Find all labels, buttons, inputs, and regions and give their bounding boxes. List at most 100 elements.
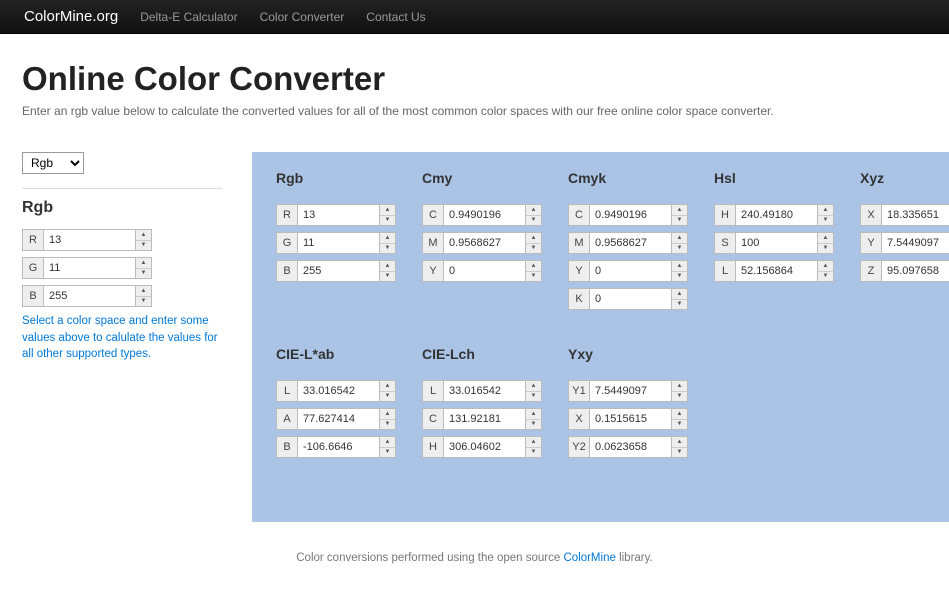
spinner-up-icon[interactable]: ▲ xyxy=(818,261,833,272)
spinner-down-icon[interactable]: ▼ xyxy=(380,272,395,282)
spinner-down-icon[interactable]: ▼ xyxy=(380,244,395,254)
spinner-up-icon[interactable]: ▲ xyxy=(380,381,395,392)
field-input[interactable] xyxy=(882,204,949,226)
spinner-up-icon[interactable]: ▲ xyxy=(672,409,687,420)
spinner-down-icon[interactable]: ▼ xyxy=(380,420,395,430)
field-row: L▲▼ xyxy=(714,260,834,282)
field-row: X ▲▼ xyxy=(568,408,688,430)
results-panel: RgbR▲▼G▲▼B▲▼CmyC▲▼M▲▼Y▲▼CmykC▲▼M▲▼Y▲▼K▲▼… xyxy=(252,152,949,522)
spinner-up-icon[interactable]: ▲ xyxy=(526,205,541,216)
color-space-title: Rgb xyxy=(276,170,396,186)
spinner-up-icon[interactable]: ▲ xyxy=(526,409,541,420)
spinner-down-icon[interactable]: ▼ xyxy=(526,392,541,402)
field-input[interactable] xyxy=(736,232,818,254)
spinner-down-icon[interactable]: ▼ xyxy=(672,216,687,226)
spinner-up-icon[interactable]: ▲ xyxy=(672,233,687,244)
spinner-up-icon[interactable]: ▲ xyxy=(526,437,541,448)
results-row-1: RgbR▲▼G▲▼B▲▼CmyC▲▼M▲▼Y▲▼CmykC▲▼M▲▼Y▲▼K▲▼… xyxy=(276,170,949,316)
spinner-up-icon[interactable]: ▲ xyxy=(380,437,395,448)
spinner-up-icon[interactable]: ▲ xyxy=(526,381,541,392)
field-input[interactable] xyxy=(44,285,136,307)
spinner-up-icon[interactable]: ▲ xyxy=(818,233,833,244)
spinner-down-icon[interactable]: ▼ xyxy=(380,392,395,402)
field-input[interactable] xyxy=(444,408,526,430)
field-label: Y1 xyxy=(568,380,590,402)
nav-link-converter[interactable]: Color Converter xyxy=(260,10,345,24)
field-input[interactable] xyxy=(590,204,672,226)
spinner-down-icon[interactable]: ▼ xyxy=(526,420,541,430)
spinner-down-icon[interactable]: ▼ xyxy=(672,300,687,310)
field-input[interactable] xyxy=(298,436,380,458)
color-space-title: Yxy xyxy=(568,346,688,362)
spinner: ▲▼ xyxy=(818,232,834,254)
field-input[interactable] xyxy=(298,232,380,254)
spinner-down-icon[interactable]: ▼ xyxy=(380,216,395,226)
spinner-down-icon[interactable]: ▼ xyxy=(136,241,151,251)
brand-link[interactable]: ColorMine.org xyxy=(24,8,118,25)
field-input[interactable] xyxy=(882,232,949,254)
field-input[interactable] xyxy=(590,436,672,458)
spinner-up-icon[interactable]: ▲ xyxy=(136,286,151,297)
spinner-down-icon[interactable]: ▼ xyxy=(380,448,395,458)
field-input[interactable] xyxy=(444,436,526,458)
spinner-up-icon[interactable]: ▲ xyxy=(818,205,833,216)
sidebar-help-text: Select a color space and enter some valu… xyxy=(22,313,222,363)
spinner-up-icon[interactable]: ▲ xyxy=(672,261,687,272)
field-input[interactable] xyxy=(444,204,526,226)
field-input[interactable] xyxy=(444,260,526,282)
spinner-up-icon[interactable]: ▲ xyxy=(380,409,395,420)
color-space-select[interactable]: Rgb xyxy=(22,152,84,174)
spinner-down-icon[interactable]: ▼ xyxy=(818,244,833,254)
spinner-down-icon[interactable]: ▼ xyxy=(672,420,687,430)
spinner-up-icon[interactable]: ▲ xyxy=(672,381,687,392)
spinner-down-icon[interactable]: ▼ xyxy=(672,448,687,458)
field-input[interactable] xyxy=(590,408,672,430)
field-input[interactable] xyxy=(44,257,136,279)
footer-link[interactable]: ColorMine xyxy=(563,552,615,564)
field-input[interactable] xyxy=(298,204,380,226)
field-input[interactable] xyxy=(590,288,672,310)
spinner-up-icon[interactable]: ▲ xyxy=(672,205,687,216)
field-input[interactable] xyxy=(444,380,526,402)
spinner-down-icon[interactable]: ▼ xyxy=(526,216,541,226)
field-label: C xyxy=(422,204,444,226)
spinner-up-icon[interactable]: ▲ xyxy=(672,289,687,300)
spinner-down-icon[interactable]: ▼ xyxy=(136,297,151,307)
spinner-down-icon[interactable]: ▼ xyxy=(672,244,687,254)
spinner: ▲▼ xyxy=(672,232,688,254)
spinner-down-icon[interactable]: ▼ xyxy=(672,272,687,282)
spinner-down-icon[interactable]: ▼ xyxy=(818,216,833,226)
spinner-down-icon[interactable]: ▼ xyxy=(526,448,541,458)
field-input[interactable] xyxy=(298,260,380,282)
spinner-up-icon[interactable]: ▲ xyxy=(136,258,151,269)
spinner-up-icon[interactable]: ▲ xyxy=(526,233,541,244)
field-input[interactable] xyxy=(736,260,818,282)
field-input[interactable] xyxy=(298,408,380,430)
spinner-up-icon[interactable]: ▲ xyxy=(672,437,687,448)
spinner-up-icon[interactable]: ▲ xyxy=(136,230,151,241)
spinner-down-icon[interactable]: ▼ xyxy=(672,392,687,402)
field-input[interactable] xyxy=(736,204,818,226)
field-input[interactable] xyxy=(590,232,672,254)
field-input[interactable] xyxy=(590,260,672,282)
field-input[interactable] xyxy=(444,232,526,254)
spinner-up-icon[interactable]: ▲ xyxy=(526,261,541,272)
spinner-up-icon[interactable]: ▲ xyxy=(380,233,395,244)
spinner-down-icon[interactable]: ▼ xyxy=(136,269,151,279)
nav-link-delta-e[interactable]: Delta-E Calculator xyxy=(140,10,237,24)
page-subtitle: Enter an rgb value below to calculate th… xyxy=(22,104,927,118)
field-label: X xyxy=(568,408,590,430)
field-input[interactable] xyxy=(298,380,380,402)
field-input[interactable] xyxy=(882,260,949,282)
spinner-down-icon[interactable]: ▼ xyxy=(526,244,541,254)
field-input[interactable] xyxy=(44,229,136,251)
field-row: H▲▼ xyxy=(422,436,542,458)
spinner-down-icon[interactable]: ▼ xyxy=(818,272,833,282)
field-input[interactable] xyxy=(590,380,672,402)
nav-link-contact[interactable]: Contact Us xyxy=(366,10,425,24)
color-space-title: CIE-L*ab xyxy=(276,346,396,362)
spinner-up-icon[interactable]: ▲ xyxy=(380,261,395,272)
field-label: H xyxy=(714,204,736,226)
spinner-down-icon[interactable]: ▼ xyxy=(526,272,541,282)
spinner-up-icon[interactable]: ▲ xyxy=(380,205,395,216)
